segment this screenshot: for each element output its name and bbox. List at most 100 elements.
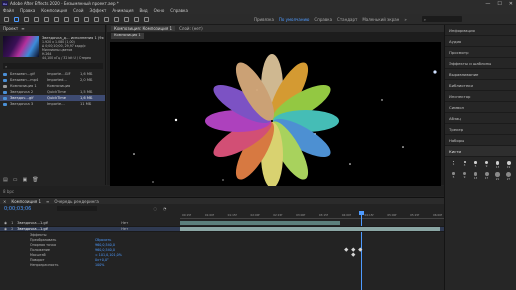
menu-icon[interactable]: ≡ bbox=[21, 26, 24, 31]
menu-icon[interactable]: ≡ bbox=[46, 199, 49, 204]
selection-tool-icon[interactable] bbox=[14, 16, 19, 22]
brush-preset[interactable]: 9 bbox=[482, 161, 491, 169]
text-tool-icon[interactable] bbox=[94, 16, 99, 22]
workspace-default[interactable]: По умолчанию bbox=[279, 17, 310, 22]
panel-paragraph[interactable]: Абзац bbox=[445, 113, 516, 124]
menu-composition[interactable]: Композиция bbox=[41, 8, 67, 13]
panel-character[interactable]: Символ bbox=[445, 102, 516, 113]
menu-help[interactable]: Справка bbox=[170, 8, 188, 13]
property-opacity[interactable]: Непрозрачность 100% bbox=[0, 262, 444, 267]
brush-preset[interactable]: 13 bbox=[493, 161, 502, 169]
brush-preset[interactable]: 1 bbox=[449, 161, 458, 169]
menu-view[interactable]: Вид bbox=[140, 8, 148, 13]
property-value[interactable]: 100% bbox=[95, 263, 104, 267]
panel-libraries[interactable]: Библиотеки bbox=[445, 80, 516, 91]
brush-preset[interactable]: 13 bbox=[471, 172, 480, 181]
project-search-input[interactable]: ⌕ bbox=[3, 63, 103, 69]
reset-link[interactable]: Сбросить bbox=[95, 238, 111, 242]
property-value[interactable]: 960,0,540,0 bbox=[95, 248, 115, 252]
trash-icon[interactable]: 🗑 bbox=[32, 177, 38, 183]
panel-inspector[interactable]: Инспектор bbox=[445, 91, 516, 102]
motion-blur-icon[interactable]: ◔ bbox=[163, 206, 167, 211]
composition-canvas[interactable] bbox=[110, 42, 441, 190]
workspace-small-screen[interactable]: Маленький экран bbox=[362, 17, 399, 22]
search-help-field[interactable]: ⌕ bbox=[421, 16, 462, 22]
panel-brushes[interactable]: Кисти bbox=[445, 146, 516, 157]
viewer-tab-composition[interactable]: Композиция: Композиция 1 bbox=[111, 26, 176, 31]
panel-effects-presets[interactable]: Эффекты и шаблоны bbox=[445, 58, 516, 69]
list-item[interactable]: Звездочка 3 Importe… 11 МБ bbox=[0, 101, 105, 107]
brush-preset[interactable]: 21 bbox=[493, 172, 502, 181]
workspace-standard[interactable]: Стандарт bbox=[337, 17, 357, 22]
menu-icon[interactable]: ✕ bbox=[3, 199, 6, 204]
clone-stamp-tool-icon[interactable] bbox=[114, 16, 119, 22]
eye-icon[interactable]: ◉ bbox=[4, 221, 7, 225]
layer-mode[interactable]: Нет bbox=[121, 221, 128, 225]
new-folder-icon[interactable]: ▭ bbox=[13, 177, 18, 183]
menu-animation[interactable]: Анимация bbox=[112, 8, 133, 13]
menu-effect[interactable]: Эффект bbox=[90, 8, 107, 13]
brush-preset[interactable]: 9 bbox=[460, 172, 469, 181]
new-composition-icon[interactable]: ▣ bbox=[22, 177, 27, 183]
workspaces-more-icon[interactable]: » bbox=[404, 17, 406, 22]
workspace-snapping[interactable]: Привязка bbox=[254, 17, 274, 22]
minimize-button[interactable]: — bbox=[485, 1, 490, 7]
keyframe[interactable] bbox=[344, 247, 349, 252]
keyframe[interactable] bbox=[358, 247, 363, 252]
brush-preset[interactable]: 5 bbox=[449, 172, 458, 181]
panel-preview[interactable]: Просмотр bbox=[445, 47, 516, 58]
hand-tool-icon[interactable] bbox=[24, 16, 29, 22]
zoom-tool-icon[interactable] bbox=[34, 16, 39, 22]
brush-preset[interactable]: 27 bbox=[504, 172, 513, 181]
time-ruler[interactable]: 00:15f 01:00f 01:15f 02:00f 02:15f 03:00… bbox=[180, 213, 444, 219]
pen-tool-icon[interactable] bbox=[84, 16, 89, 22]
project-tab[interactable]: Проект ≡ bbox=[0, 25, 105, 32]
timecode[interactable]: 0;00;03;06 bbox=[4, 206, 31, 212]
property-value[interactable]: 960,0,540,0 bbox=[95, 243, 115, 247]
panel-audio[interactable]: Аудио bbox=[445, 36, 516, 47]
eye-icon[interactable]: ◉ bbox=[4, 227, 7, 231]
brush-preset[interactable]: 19 bbox=[504, 161, 513, 169]
panel-tracker[interactable]: Трекер bbox=[445, 124, 516, 135]
property-value[interactable]: ∞ 101,0,101,0% bbox=[95, 253, 122, 257]
menu-layer[interactable]: Слой bbox=[73, 8, 83, 13]
timeline-header: 0;00;03;06 ◌ ◔ bbox=[0, 204, 444, 213]
brush-preset[interactable]: 5 bbox=[471, 161, 480, 169]
timeline-tab-comp[interactable]: Композиция 1 bbox=[11, 199, 41, 204]
rotate-tool-icon[interactable] bbox=[44, 16, 49, 22]
property-value[interactable]: 0x+0,0° bbox=[95, 258, 109, 262]
maximize-button[interactable]: ☐ bbox=[497, 1, 501, 7]
bpc-icon[interactable]: 8 bpc bbox=[3, 189, 14, 194]
panel-align[interactable]: Выравнивание bbox=[445, 69, 516, 80]
panel-info[interactable]: Информация bbox=[445, 25, 516, 36]
camera-tool-icon[interactable] bbox=[54, 16, 59, 22]
pan-behind-tool-icon[interactable] bbox=[64, 16, 69, 22]
roto-brush-tool-icon[interactable] bbox=[134, 16, 139, 22]
brush-preset[interactable]: 17 bbox=[482, 172, 491, 181]
graph-editor-icon[interactable]: ◌ bbox=[153, 206, 157, 211]
menu-window[interactable]: Окно bbox=[154, 8, 165, 13]
comp-breadcrumb[interactable]: Композиция 1 bbox=[111, 33, 144, 39]
keyframe[interactable] bbox=[351, 247, 356, 252]
workspace-learn[interactable]: Справка bbox=[314, 17, 332, 22]
home-icon[interactable] bbox=[4, 16, 9, 22]
property-scale[interactable]: Масштаб ∞ 101,0,101,0% bbox=[0, 252, 444, 257]
viewer-tab-layer[interactable]: Слой: (нет) bbox=[179, 26, 203, 31]
layer-duration-bar[interactable] bbox=[180, 226, 440, 231]
timeline-search-input[interactable] bbox=[57, 206, 98, 211]
timeline-tab-render-queue[interactable]: Очередь рендеринга bbox=[54, 199, 99, 204]
panel-presets[interactable]: Наборы bbox=[445, 135, 516, 146]
menu-file[interactable]: Файл bbox=[3, 8, 14, 13]
layer-duration-bar[interactable] bbox=[180, 221, 340, 226]
interpret-footage-icon[interactable]: ▤ bbox=[3, 177, 8, 183]
rectangle-tool-icon[interactable] bbox=[74, 16, 79, 22]
brush-preset[interactable]: 3 bbox=[460, 161, 469, 169]
brush-tool-icon[interactable] bbox=[104, 16, 109, 22]
keyframe[interactable] bbox=[351, 252, 356, 257]
eraser-tool-icon[interactable] bbox=[124, 16, 129, 22]
layer-mode[interactable]: Нет bbox=[121, 227, 128, 231]
puppet-tool-icon[interactable] bbox=[144, 16, 149, 22]
playhead-handle[interactable] bbox=[359, 211, 364, 215]
close-button[interactable]: ✕ bbox=[509, 1, 513, 7]
menu-edit[interactable]: Правка bbox=[20, 8, 35, 13]
